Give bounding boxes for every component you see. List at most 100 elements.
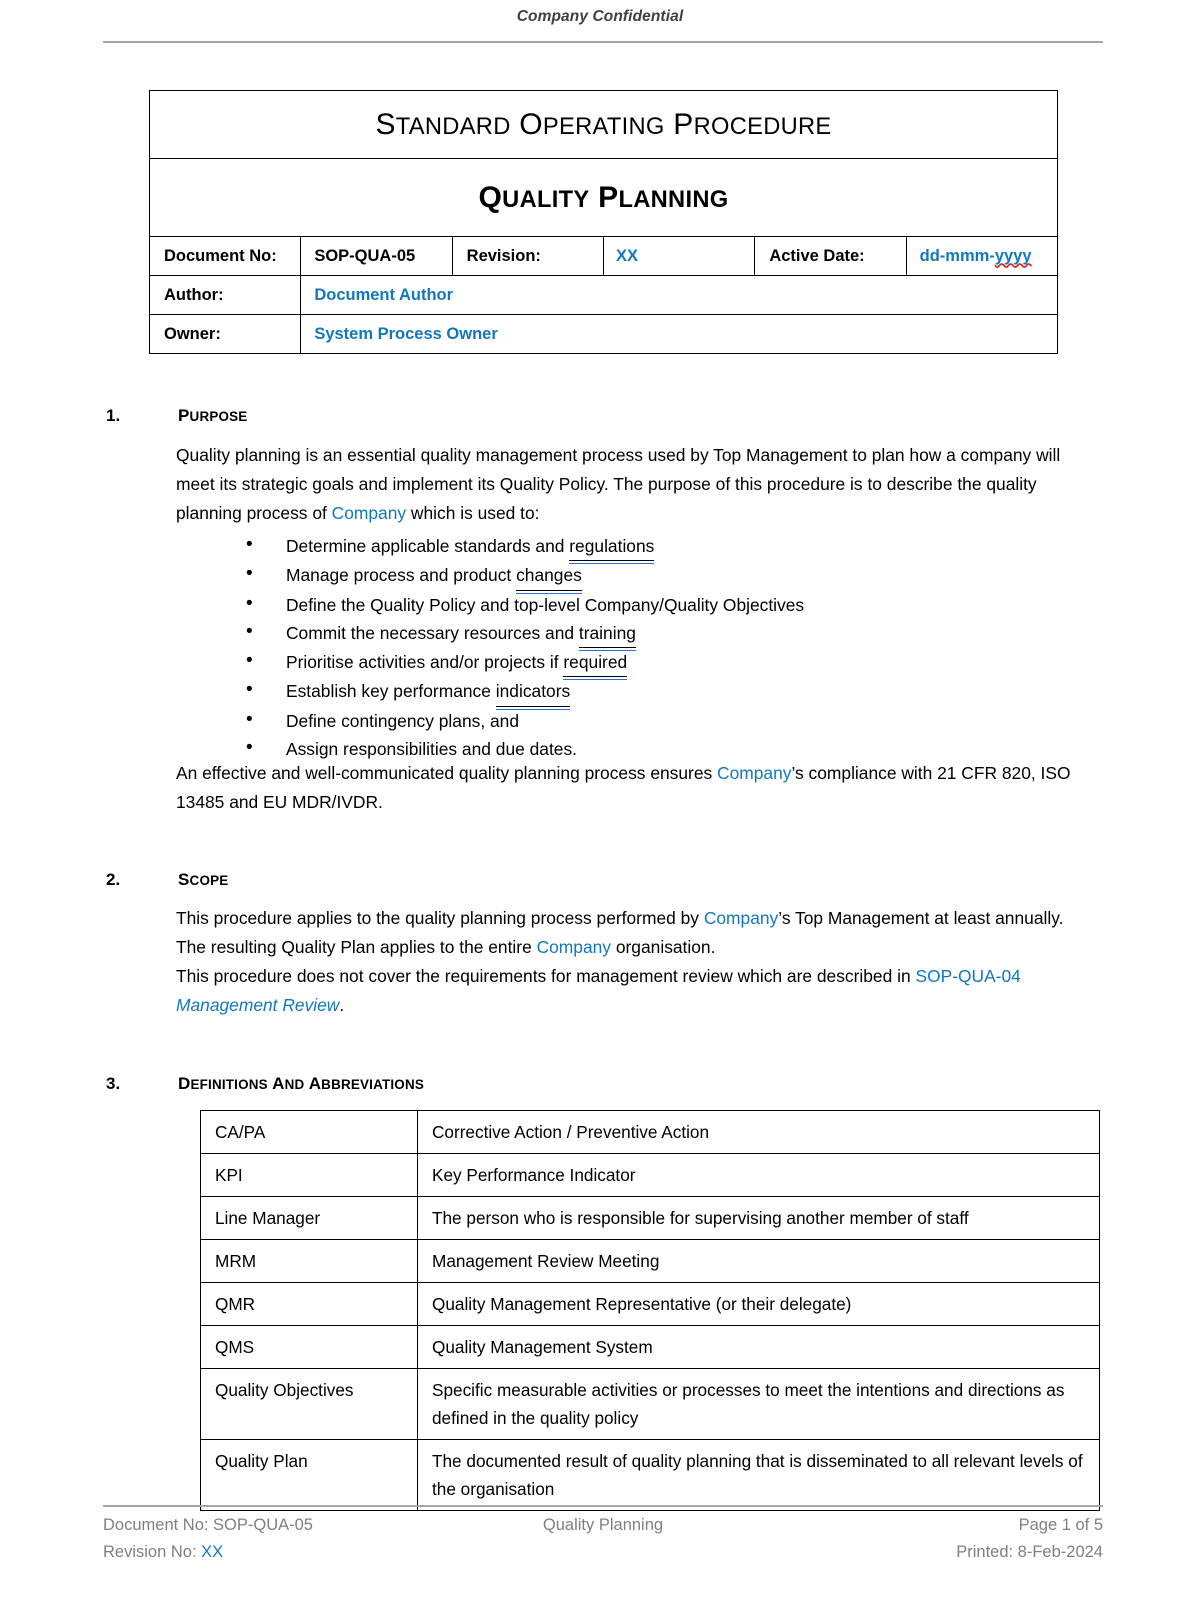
bullet-text-marked: indicators bbox=[495, 677, 571, 711]
bullet-text-pre: Define contingency plans, and bbox=[286, 710, 519, 731]
page-footer: Document No: SOP-QUA-05 Quality Planning… bbox=[103, 1512, 1103, 1566]
definition-term: QMS bbox=[200, 1325, 418, 1369]
confidentiality-notice: Company Confidential bbox=[516, 8, 684, 25]
company-placeholder: Company bbox=[703, 908, 779, 928]
definition-term: QMR bbox=[200, 1282, 418, 1326]
table-row: QMR Quality Management Representative (o… bbox=[200, 1282, 1100, 1326]
table-row: Quality Plan The documented result of qu… bbox=[200, 1439, 1100, 1511]
definition-term: CA/PA bbox=[200, 1110, 418, 1154]
section-heading-3: DEFINITIONS AND ABBREVIATIONS bbox=[178, 1074, 424, 1093]
bullet-text-marked: required bbox=[563, 648, 628, 681]
scope-p2-part-a: This procedure does not cover the requir… bbox=[176, 966, 916, 986]
footer-revision-label: Revision No: bbox=[103, 1543, 202, 1561]
document-no-value: SOP-QUA-05 bbox=[300, 236, 453, 276]
scope-p1-part-a: This procedure applies to the quality pl… bbox=[176, 908, 704, 928]
footer-printed-date: Printed: 8-Feb-2024 bbox=[956, 1543, 1103, 1561]
footer-title: Quality Planning bbox=[542, 1516, 664, 1534]
doc-title: QUALITY PLANNING bbox=[478, 180, 729, 214]
section-number-2: 2. bbox=[106, 870, 121, 889]
header-divider bbox=[103, 41, 1103, 43]
document-no-label: Document No: bbox=[148, 236, 302, 276]
section-heading-1: PURPOSE bbox=[178, 406, 248, 425]
footer-row-top: Document No: SOP-QUA-05 Quality Planning… bbox=[103, 1512, 1103, 1539]
bullet-text-pre: Manage process and product bbox=[286, 565, 517, 586]
table-row: Quality Objectives Specific measurable a… bbox=[200, 1368, 1100, 1440]
bullet-text-pre: Prioritise activities and/or projects if bbox=[286, 652, 564, 673]
definition-text: Key Performance Indicator bbox=[417, 1153, 1100, 1197]
owner-label: Owner: bbox=[148, 314, 302, 354]
list-item: Define contingency plans, and bbox=[240, 706, 1100, 735]
author-value[interactable]: Document Author bbox=[300, 275, 1058, 315]
company-placeholder: Company bbox=[331, 503, 407, 523]
section-number-3: 3. bbox=[106, 1074, 121, 1093]
table-row: Line Manager The person who is responsib… bbox=[200, 1196, 1100, 1240]
owner-value[interactable]: System Process Owner bbox=[300, 314, 1058, 354]
table-row: QMS Quality Management System bbox=[200, 1325, 1100, 1369]
scope-paragraph-1: This procedure applies to the quality pl… bbox=[176, 904, 1090, 962]
bullet-text-pre: Determine applicable standards and bbox=[286, 536, 570, 556]
purpose-p2-part-a: An effective and well-communicated quali… bbox=[176, 763, 718, 783]
company-placeholder: Company bbox=[717, 763, 792, 783]
definition-term: Quality Plan bbox=[200, 1439, 418, 1511]
revision-label: Revision: bbox=[451, 236, 604, 276]
active-date-label: Active Date: bbox=[754, 236, 907, 276]
definition-text: The person who is responsible for superv… bbox=[417, 1196, 1100, 1240]
author-label: Author: bbox=[148, 275, 302, 315]
document-title-table: STANDARD OPERATING PROCEDURE QUALITY PLA… bbox=[148, 90, 1059, 354]
scope-p1-part-c: organisation. bbox=[611, 937, 716, 957]
list-item: Determine applicable standards and regul… bbox=[240, 531, 1100, 565]
definition-term: MRM bbox=[200, 1239, 418, 1283]
definition-text: The documented result of quality plannin… bbox=[417, 1439, 1100, 1511]
definition-term: Line Manager bbox=[200, 1196, 418, 1240]
active-date-suffix-misspelled: yyyy bbox=[994, 246, 1032, 265]
table-row: KPI Key Performance Indicator bbox=[200, 1153, 1100, 1197]
definition-term: KPI bbox=[200, 1153, 418, 1197]
table-row: MRM Management Review Meeting bbox=[200, 1239, 1100, 1283]
table-row: Owner: System Process Owner bbox=[148, 314, 1058, 354]
table-row: Document No: SOP-QUA-05 Revision: XX Act… bbox=[148, 236, 1059, 276]
definition-text: Management Review Meeting bbox=[417, 1239, 1100, 1283]
definition-text: Specific measurable activities or proces… bbox=[417, 1368, 1100, 1440]
table-row: QUALITY PLANNING bbox=[149, 158, 1058, 237]
revision-value[interactable]: XX bbox=[602, 236, 756, 276]
bullet-text-marked: training bbox=[578, 619, 636, 652]
document-page: Company Confidential STANDARD OPERATING … bbox=[0, 0, 1200, 1600]
definitions-table: CA/PA Corrective Action / Preventive Act… bbox=[200, 1110, 1100, 1511]
footer-divider bbox=[103, 1505, 1103, 1507]
definition-term: Quality Objectives bbox=[200, 1368, 418, 1440]
purpose-p1-part-b: which is used to: bbox=[406, 503, 540, 523]
bullet-text-marked: changes bbox=[516, 561, 582, 594]
table-row: Author: Document Author bbox=[148, 275, 1058, 315]
definition-text: Corrective Action / Preventive Action bbox=[417, 1110, 1100, 1154]
list-item: Commit the necessary resources and train… bbox=[240, 618, 1100, 652]
bullet-text-pre: Commit the necessary resources and bbox=[286, 622, 579, 643]
scope-p2-part-b: . bbox=[339, 995, 345, 1015]
doc-type-cell: STANDARD OPERATING PROCEDURE bbox=[149, 90, 1058, 159]
sop-qua-04-link[interactable]: SOP-QUA-04 bbox=[915, 966, 1020, 986]
bullet-text-pre: Assign responsibilities and due dates. bbox=[286, 739, 577, 760]
list-item: Establish key performance indicators bbox=[240, 676, 1100, 711]
list-item: Prioritise activities and/or projects if… bbox=[240, 647, 1100, 681]
definition-text: Quality Management Representative (or th… bbox=[417, 1282, 1100, 1326]
footer-page-number: Page 1 of 5 bbox=[1018, 1516, 1103, 1534]
bullet-text-pre: Define the Quality Policy and top-level … bbox=[286, 594, 805, 615]
section-number-1: 1. bbox=[106, 406, 121, 425]
company-placeholder: Company bbox=[536, 937, 612, 957]
purpose-bullet-list: Determine applicable standards and regul… bbox=[240, 531, 1100, 763]
purpose-p1-part-a: Quality planning is an essential quality… bbox=[176, 445, 1061, 523]
active-date-prefix: dd-mmm- bbox=[919, 246, 995, 265]
active-date-value[interactable]: dd-mmm-yyyy bbox=[905, 236, 1059, 276]
footer-revision-value: XX bbox=[201, 1543, 224, 1561]
sop-qua-04-link-title[interactable]: Management Review bbox=[176, 995, 339, 1015]
doc-title-cell: QUALITY PLANNING bbox=[149, 158, 1058, 237]
table-row: CA/PA Corrective Action / Preventive Act… bbox=[200, 1110, 1100, 1154]
bullet-text-marked: regulations bbox=[569, 532, 655, 565]
bullet-text-pre: Establish key performance bbox=[286, 681, 496, 702]
table-row: STANDARD OPERATING PROCEDURE bbox=[149, 90, 1058, 159]
purpose-paragraph-2: An effective and well-communicated quali… bbox=[176, 759, 1090, 817]
scope-paragraph-2: This procedure does not cover the requir… bbox=[176, 962, 1090, 1020]
list-item: Define the Quality Policy and top-level … bbox=[240, 590, 1100, 619]
definition-text: Quality Management System bbox=[417, 1325, 1100, 1369]
doc-type-title: STANDARD OPERATING PROCEDURE bbox=[375, 107, 832, 141]
purpose-paragraph-1: Quality planning is an essential quality… bbox=[176, 441, 1090, 528]
